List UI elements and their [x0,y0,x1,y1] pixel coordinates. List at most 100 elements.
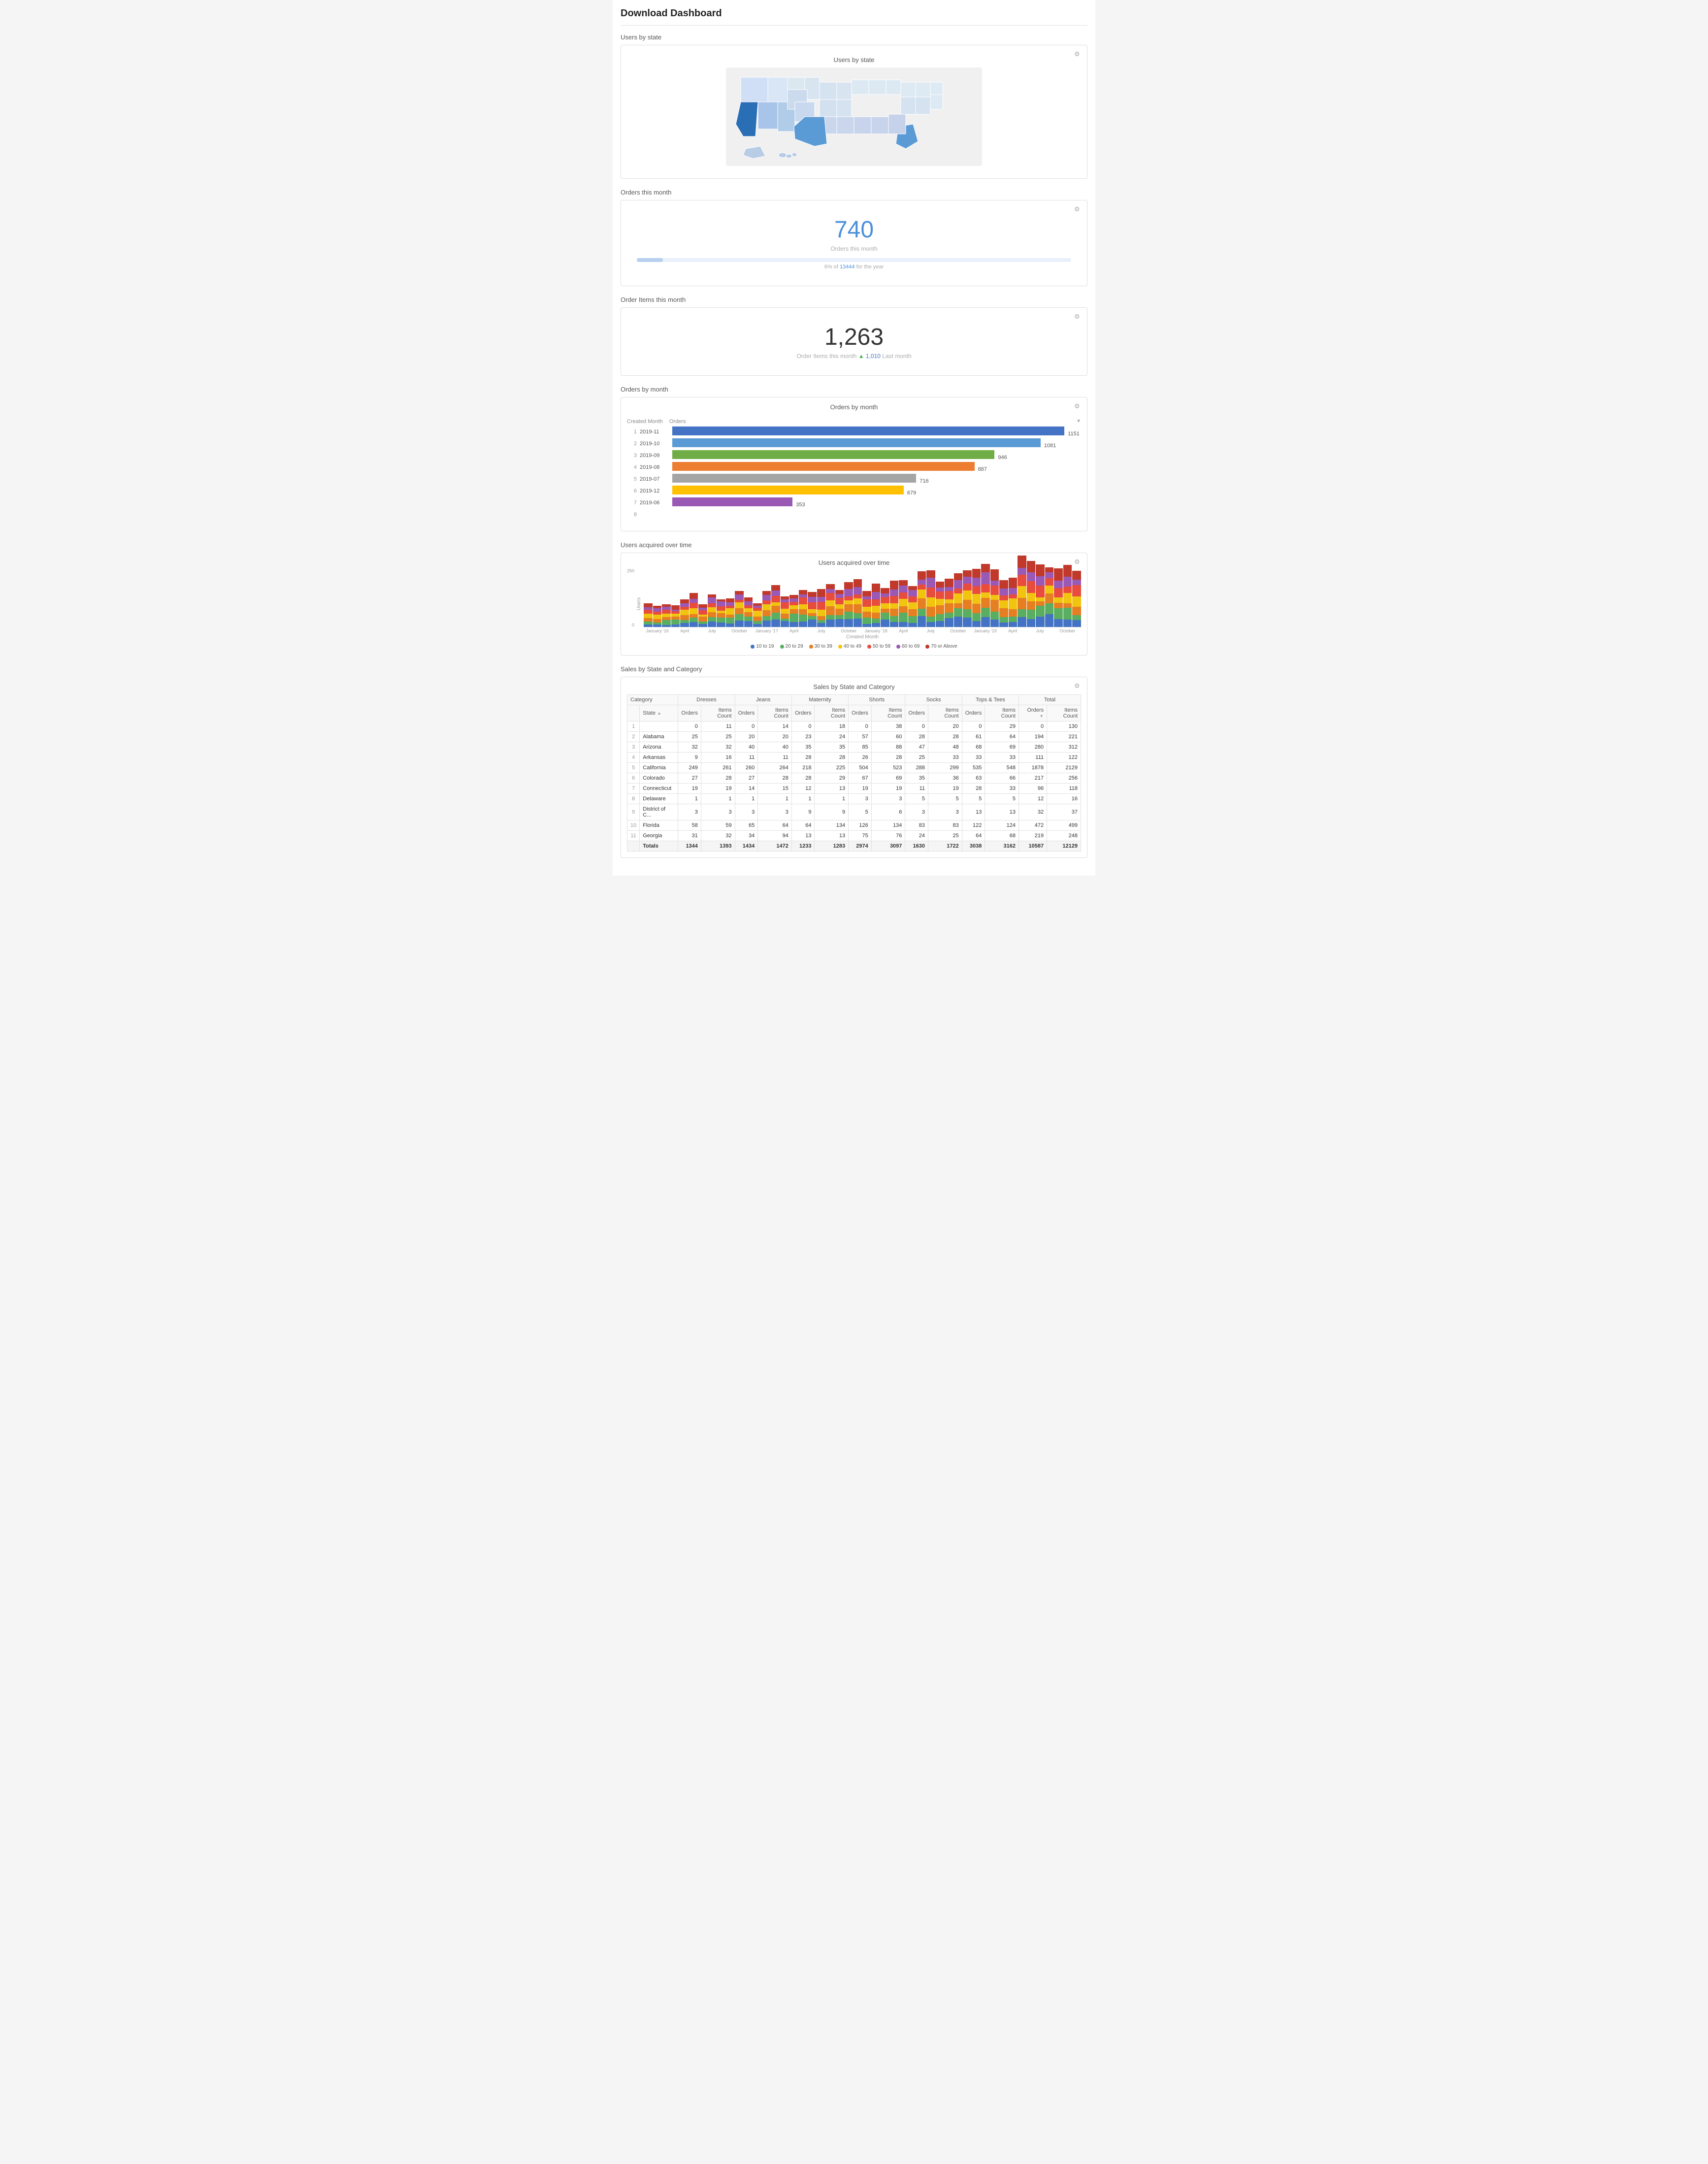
x-axis-title: Created Month [644,634,1081,640]
stacked-segment [1063,603,1072,608]
stacked-segment [899,622,908,627]
x-axis-label: April [781,628,808,633]
cell-j-items: 3 [758,804,792,820]
cell-j-orders: 11 [735,753,758,763]
cell-t-items: 29 [985,721,1019,732]
stacked-segment [999,595,1008,600]
cell-t-orders: 68 [962,742,985,753]
x-axis-label: July [1026,628,1054,633]
stacked-segment [972,578,981,586]
stacked-segment [735,591,744,594]
stacked-segment [908,609,917,616]
cell-t-items: 13 [985,804,1019,820]
stacked-segment [945,579,953,587]
gear-icon-ua[interactable]: ⚙ [1074,558,1082,566]
map-container: Users by state [627,51,1081,172]
legend-item: 10 to 19 [751,644,774,649]
stacked-segment [762,616,771,621]
stacked-segment [826,620,835,627]
orders-this-month-card: ⚙ 740 Orders this month 6% of 13444 for … [621,200,1087,286]
cell-t-items: 548 [985,763,1019,773]
cell-d-items: 3 [701,804,735,820]
stacked-bar-group [726,598,735,627]
th-s-orders: Orders [849,705,872,721]
stacked-segment [908,616,917,623]
map-title: Users by state [632,56,1076,64]
cell-so-items: 3 [928,804,962,820]
stacked-segment [698,610,707,615]
stacked-segment [662,610,671,614]
stacked-bar-group [671,605,680,627]
stacked-segment [744,617,753,622]
cell-j-orders: 260 [735,763,758,773]
legend-label: 50 to 59 [873,644,890,649]
order-items-sub: Order Items this month ▲ 1,010 Last mont… [637,353,1071,360]
stacked-segment [817,589,826,597]
cell-num: 8 [627,794,640,804]
legend-dot [809,645,813,649]
gear-icon-items[interactable]: ⚙ [1074,313,1082,321]
stacked-segment [981,584,990,593]
x-axis-label: July [698,628,726,633]
stacked-segment [972,613,981,621]
stacked-segment [726,623,735,627]
stacked-segment [1054,588,1063,597]
stacked-segment [854,619,862,627]
stacked-segment [789,602,798,605]
users-acquired-card: ⚙ Users acquired over time 250 0 Users J… [621,553,1087,656]
stacked-bar-group [808,592,817,627]
table-row: 7 Connecticut 19 19 14 15 12 13 19 19 11… [627,784,1081,794]
sort-arrow-state: ▲ [657,711,661,716]
gear-icon-orders[interactable]: ⚙ [1074,205,1082,213]
stacked-bar-group [708,594,717,627]
stacked-segment [644,618,653,622]
stacked-segment [1036,601,1045,606]
cell-tot-items: 118 [1047,784,1081,794]
stacked-segment [708,617,717,622]
stacked-bar-group [918,571,926,627]
cell-d-orders: 31 [678,831,701,841]
cell-tot-orders: 194 [1018,732,1047,742]
row-num: 7 [627,500,637,506]
stacked-segment [717,618,725,623]
cell-j-items: 1 [758,794,792,804]
stacked-segment [1072,615,1081,620]
gear-icon-obm[interactable]: ⚙ [1074,402,1082,410]
stacked-segment [671,617,680,620]
cell-j-orders: 65 [735,820,758,831]
stacked-segment [789,598,798,602]
th-jeans: Jeans [735,695,791,705]
stacked-segment [717,601,725,606]
th-state[interactable]: State ▲ [640,705,678,721]
orders-dropdown-icon[interactable]: ▼ [1076,419,1081,425]
cell-d-orders: 19 [678,784,701,794]
th-tot-orders[interactable]: Orders ▼ [1018,705,1047,721]
th-j-items: Items Count [758,705,792,721]
cell-m-items: 29 [815,773,849,784]
gear-icon-sales[interactable]: ⚙ [1074,682,1082,690]
stacked-segment [1045,603,1054,615]
stacked-segment [945,603,953,613]
stacked-segment [899,599,908,606]
stacked-bar-group [1009,578,1018,627]
gear-icon[interactable]: ⚙ [1074,50,1082,58]
th-m-items: Items Count [815,705,849,721]
cell-t-orders: 64 [962,831,985,841]
stacked-segment [1063,608,1072,620]
stacked-segment [698,617,707,621]
cell-d-items: 1 [701,794,735,804]
stacked-bar-group [999,580,1008,627]
orders-by-month-label: Orders by month [621,386,1087,393]
bar-value: 716 [920,478,928,484]
stacked-segment [799,590,808,594]
totals-m-items: 1283 [815,841,849,852]
bar-fill [672,474,916,483]
stacked-segment [735,621,744,627]
stacked-segment [680,603,689,607]
stacked-segment [954,593,963,603]
table-row: 10 Florida 58 59 65 64 64 134 126 134 83… [627,820,1081,831]
stacked-bar-group [644,603,653,627]
stacked-bar-group [908,586,917,627]
totals-j-orders: 1434 [735,841,758,852]
cell-t-orders: 122 [962,820,985,831]
